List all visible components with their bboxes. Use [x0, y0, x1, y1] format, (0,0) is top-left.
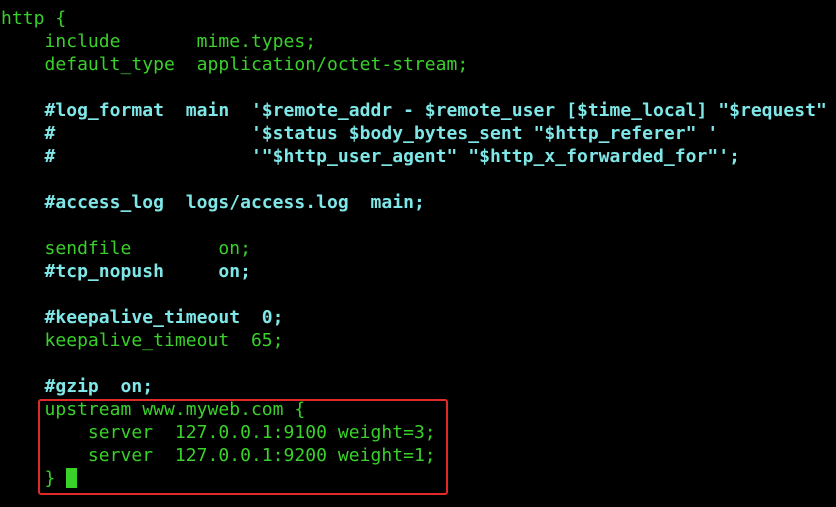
code-line-sendfile: sendfile on; — [1, 238, 251, 259]
terminal-window[interactable]: http { include mime.types; default_type … — [0, 0, 836, 507]
comment-line-user-agent: # '"$http_user_agent" "$http_x_forwarded… — [1, 146, 740, 167]
code-line-http-open: http { — [1, 8, 67, 29]
comment-line-tcp-nopush: #tcp_nopush on; — [1, 261, 251, 282]
comment-line-gzip: #gzip on; — [1, 376, 154, 397]
code-line-include: include mime.types; — [1, 31, 317, 52]
upstream-highlight-box — [38, 399, 448, 495]
code-line-keepalive-timeout: keepalive_timeout 65; — [1, 330, 284, 351]
comment-line-log-format: #log_format main '$remote_addr - $remote… — [1, 100, 827, 121]
comment-line-access-log: #access_log logs/access.log main; — [1, 192, 425, 213]
comment-line-keepalive-timeout: #keepalive_timeout 0; — [1, 307, 284, 328]
comment-line-status: # '$status $body_bytes_sent "$http_refer… — [1, 123, 719, 144]
code-line-default-type: default_type application/octet-stream; — [1, 54, 469, 75]
